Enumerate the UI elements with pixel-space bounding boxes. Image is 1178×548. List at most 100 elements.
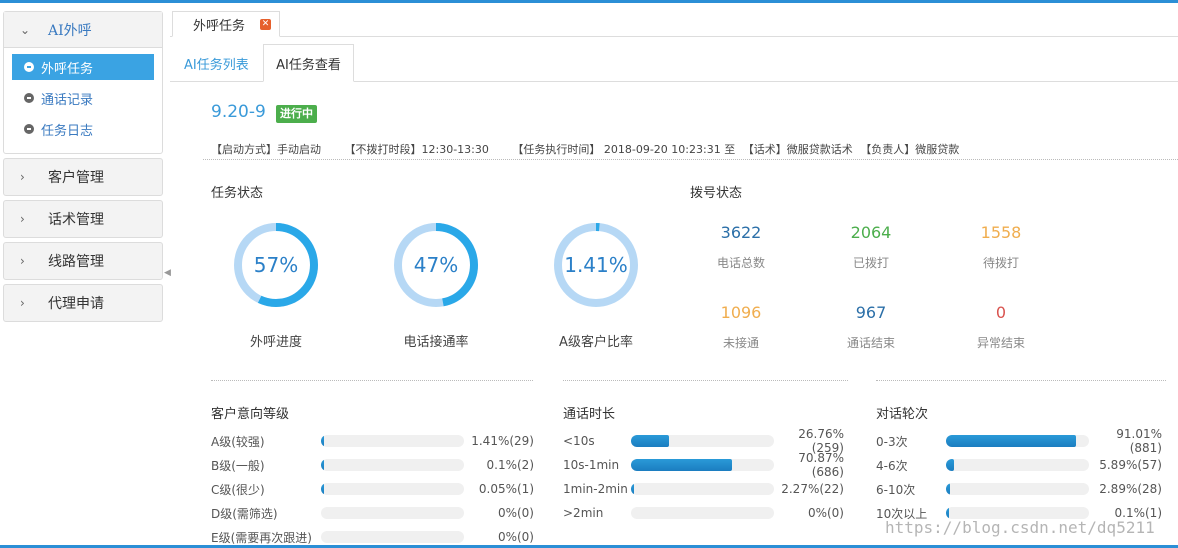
sidebar-group-ai-call: ⌄ AI外呼 外呼任务 通话记录 任务日志 (3, 11, 163, 154)
bar-label: A级(较强) (211, 434, 265, 449)
sidebar-item-task-log[interactable]: 任务日志 (12, 116, 154, 142)
bar-percent: 0%(0) (807, 506, 844, 520)
sidebar-submenu: 外呼任务 通话记录 任务日志 (4, 48, 162, 153)
stat-value: 1096 (720, 303, 762, 322)
sidebar-collapse-icon[interactable]: ◀ (164, 268, 171, 278)
sidebar-group-customer[interactable]: › 客户管理 (3, 158, 163, 196)
stat-value: 2064 (850, 223, 892, 242)
stat-label: 异常结束 (976, 336, 1025, 350)
document-tabbar: 外呼任务 ✕ (170, 11, 1178, 37)
stat-unconnected: 1096 未接通 (681, 303, 801, 351)
tab-ai-task-view[interactable]: AI任务查看 (263, 44, 354, 82)
meta-script: 【话术】微服贷款话术 (742, 143, 853, 156)
bar-percent: 5.89%(57) (1099, 458, 1162, 472)
bar-track (631, 459, 774, 471)
bar-track (946, 435, 1089, 447)
donut-value: 47% (413, 253, 459, 277)
sidebar-group-header-ai-call[interactable]: ⌄ AI外呼 (4, 12, 162, 48)
bar-label: B级(一般) (211, 458, 265, 473)
donut-a-ratio: 1.41% (551, 220, 641, 310)
donut-progress: 57% (231, 220, 321, 310)
sidebar-item-label: 外呼任务 (41, 61, 94, 77)
donut-value: 1.41% (564, 253, 628, 277)
bar-label: <10s (563, 434, 595, 448)
meta-owner: 【负责人】微服贷款 (860, 143, 960, 156)
bar-row: <10s 26.76%(259) (563, 427, 844, 455)
stat-abnormal: 0 异常结束 (941, 303, 1061, 351)
bar-row: 6-10次 2.89%(28) (876, 481, 1162, 497)
stat-label: 电话总数 (716, 256, 765, 270)
stat-label: 通话结束 (846, 336, 895, 350)
sidebar-group-label: 线路管理 (48, 254, 104, 270)
bar-track (321, 459, 464, 471)
close-icon[interactable]: ✕ (260, 19, 271, 30)
bar-label: >2min (563, 506, 604, 520)
bar-track (946, 459, 1089, 471)
bar-row: 1min-2min 2.27%(22) (563, 481, 844, 497)
sidebar-group-label: AI外呼 (48, 22, 92, 39)
bar-track (631, 483, 774, 495)
chevron-right-icon: › (20, 212, 25, 226)
task-title: 9.20-9 (211, 102, 266, 122)
stat-dialed: 2064 已拨打 (811, 223, 931, 271)
bar-label: 0-3次 (876, 434, 908, 449)
sidebar-item-call-records[interactable]: 通话记录 (12, 85, 154, 111)
stat-pending: 1558 待拨打 (941, 223, 1061, 271)
tab-outbound-task[interactable]: 外呼任务 ✕ (172, 11, 280, 37)
stat-label: 待拨打 (982, 256, 1019, 270)
bar-row: B级(一般) 0.1%(2) (211, 457, 534, 473)
bar-fill (631, 483, 635, 495)
top-accent-line (0, 0, 1178, 3)
watermark: https://blog.csdn.net/dq5211 (885, 518, 1155, 537)
bar-fill (321, 483, 324, 495)
bar-row: A级(较强) 1.41%(29) (211, 433, 534, 449)
meta-exec-time: 【任务执行时间】 2018-09-20 10:23:31 至 (512, 143, 736, 156)
chevron-down-icon: ⌄ (20, 22, 31, 37)
bar-track (321, 507, 464, 519)
bar-row: 10s-1min 70.87%(686) (563, 451, 844, 479)
bar-fill (631, 459, 733, 471)
bar-percent: 2.27%(22) (781, 482, 844, 496)
bar-percent: 2.89%(28) (1099, 482, 1162, 496)
bar-label: E级(需要再次跟进) (211, 530, 312, 545)
bar-percent: 91.01%(881) (1116, 427, 1162, 455)
stat-value: 1558 (980, 223, 1022, 242)
sidebar-group-label: 客户管理 (48, 170, 104, 186)
meta-start-mode: 【启动方式】手动启动 (211, 143, 321, 156)
sidebar-group-agent[interactable]: › 代理申请 (3, 284, 163, 322)
section-title-dial-status: 拨号状态 (690, 186, 743, 201)
chevron-right-icon: › (20, 170, 25, 184)
tab-ai-task-list[interactable]: AI任务列表 (184, 44, 249, 82)
section-title-intent: 客户意向等级 (211, 407, 290, 422)
bar-track (321, 483, 464, 495)
chevron-right-icon: › (20, 296, 25, 310)
subtab-bar: AI任务列表 AI任务查看 (170, 44, 1178, 82)
bar-row: D级(需筛选) 0%(0) (211, 505, 534, 521)
bar-percent: 1.41%(29) (471, 434, 534, 448)
section-title-rounds: 对话轮次 (876, 407, 929, 422)
bar-track (631, 435, 774, 447)
bar-fill (321, 459, 324, 471)
donut-label: A级客户比率 (559, 335, 633, 350)
stat-value: 0 (995, 303, 1007, 322)
sidebar-group-script[interactable]: › 话术管理 (3, 200, 163, 238)
donut-connect-rate: 47% (391, 220, 481, 310)
divider (211, 380, 533, 381)
bar-track (321, 435, 464, 447)
sidebar: ⌄ AI外呼 外呼任务 通话记录 任务日志 › 客户管理 › 话术管理 › 线路管理 … (3, 11, 163, 326)
chevron-right-icon: › (20, 254, 25, 268)
sidebar-group-label: 话术管理 (48, 212, 104, 228)
task-meta: 【启动方式】手动启动 【不拨打时段】12:30-13:30 【任务执行时间】 2… (211, 141, 979, 157)
bar-track (321, 531, 464, 543)
sidebar-item-outbound-task[interactable]: 外呼任务 (12, 54, 154, 80)
stat-total: 3622 电话总数 (681, 223, 801, 271)
stat-label: 未接通 (722, 336, 759, 350)
bar-track (631, 507, 774, 519)
minus-circle-icon (24, 124, 34, 134)
bar-row: E级(需要再次跟进) 0%(0) (211, 529, 534, 545)
bar-row: 4-6次 5.89%(57) (876, 457, 1162, 473)
tab-label: 外呼任务 (193, 18, 246, 34)
bar-percent: 0.05%(1) (478, 482, 534, 496)
donut-label: 外呼进度 (249, 335, 302, 350)
sidebar-group-line[interactable]: › 线路管理 (3, 242, 163, 280)
